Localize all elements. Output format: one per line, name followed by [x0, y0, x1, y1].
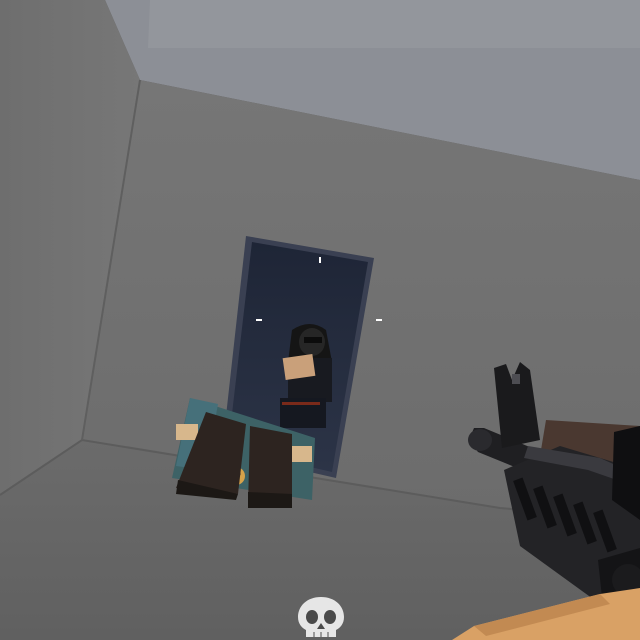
ceiling-beam — [148, 0, 640, 48]
game-scene — [0, 0, 640, 640]
skull-icon — [298, 597, 344, 637]
game-viewport[interactable] — [0, 0, 640, 640]
